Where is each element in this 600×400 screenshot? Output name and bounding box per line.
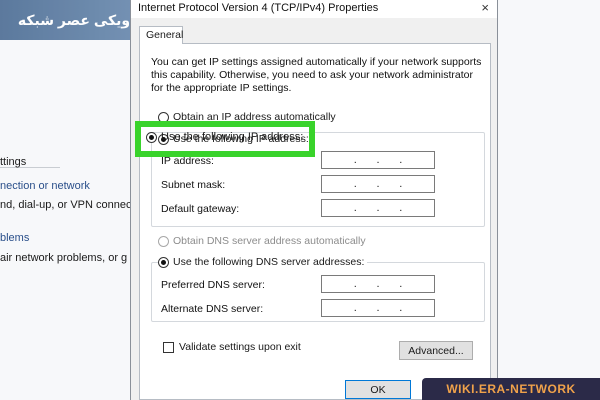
- alternate-dns-label: Alternate DNS server:: [161, 303, 264, 315]
- subnet-mask-label: Subnet mask:: [161, 179, 226, 191]
- setup-connection-link[interactable]: nection or network: [0, 180, 90, 192]
- checkbox-icon: [163, 341, 174, 353]
- ipv4-properties-dialog: Internet Protocol Version 4 (TCP/IPv4) P…: [130, 0, 498, 400]
- dialog-description: You can get IP settings assigned automat…: [151, 56, 482, 94]
- close-icon[interactable]: ×: [481, 0, 489, 15]
- validate-settings-checkbox[interactable]: Validate settings upon exit: [163, 341, 301, 353]
- watermark-logo-top: ویکی عصر شبکه: [0, 0, 148, 40]
- troubleshoot-desc: air network problems, or g: [0, 252, 128, 264]
- subnet-mask-input[interactable]: ...: [321, 175, 435, 193]
- preferred-dns-label: Preferred DNS server:: [161, 279, 265, 291]
- dialog-title: Internet Protocol Version 4 (TCP/IPv4) P…: [138, 2, 379, 14]
- use-ip-radio[interactable]: Use the following IP address:: [146, 131, 303, 143]
- preferred-dns-input[interactable]: ...: [321, 275, 435, 293]
- troubleshoot-link[interactable]: blems: [0, 232, 29, 244]
- ip-address-input[interactable]: ...: [321, 151, 435, 169]
- setup-connection-desc: nd, dial-up, or VPN connec: [0, 199, 132, 211]
- settings-heading: ttings: [0, 156, 27, 168]
- obtain-dns-auto-radio[interactable]: Obtain DNS server address automatically: [158, 235, 369, 247]
- advanced-button[interactable]: Advanced...: [399, 341, 473, 360]
- watermark-logo-bottom: WIKI.ERA-NETWORK: [422, 378, 600, 400]
- radio-selected-icon: [158, 256, 169, 268]
- obtain-dns-auto-label: Obtain DNS server address automatically: [173, 235, 366, 247]
- validate-settings-label: Validate settings upon exit: [179, 341, 301, 353]
- radio-disabled-icon: [158, 235, 169, 247]
- ok-button[interactable]: OK: [345, 380, 411, 399]
- use-ip-highlight-label: Use the following IP address:: [161, 131, 304, 143]
- tab-general[interactable]: General: [139, 26, 183, 44]
- alternate-dns-input[interactable]: ...: [321, 299, 435, 317]
- radio-selected-icon: [146, 131, 157, 143]
- dialog-body: General You can get IP settings assigned…: [131, 18, 497, 400]
- use-dns-label: Use the following DNS server addresses:: [173, 256, 365, 268]
- default-gateway-input[interactable]: ...: [321, 199, 435, 217]
- title-bar: Internet Protocol Version 4 (TCP/IPv4) P…: [131, 0, 497, 18]
- use-dns-radio-row[interactable]: Use the following DNS server addresses:: [158, 256, 368, 268]
- default-gateway-label: Default gateway:: [161, 203, 240, 215]
